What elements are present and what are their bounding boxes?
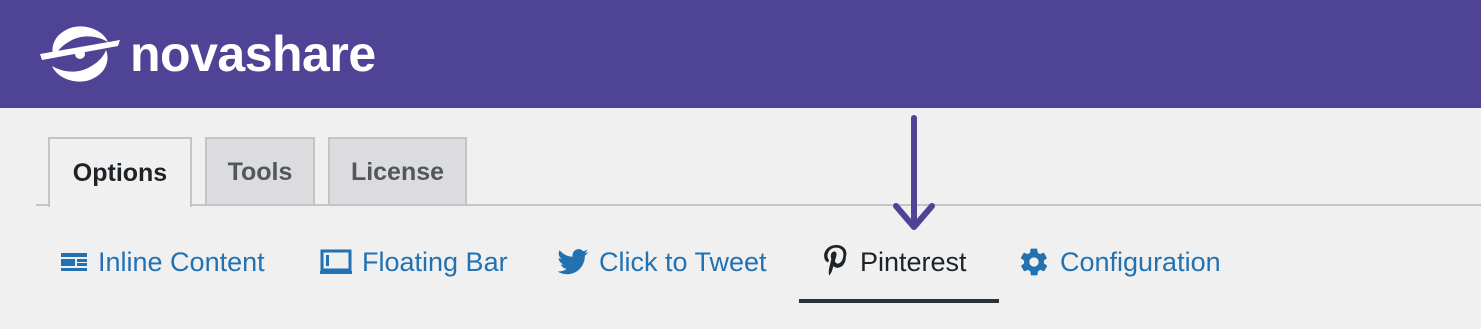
subnav-configuration[interactable]: Configuration	[1018, 232, 1221, 292]
brand-name: novashare	[130, 26, 376, 82]
subnav-label: Floating Bar	[362, 246, 508, 277]
subnav-pinterest[interactable]: Pinterest	[822, 232, 967, 292]
floating-bar-icon	[320, 249, 352, 275]
subnav-click-to-tweet[interactable]: Click to Tweet	[557, 232, 767, 292]
tab-label: Tools	[227, 157, 293, 186]
gear-icon	[1018, 246, 1050, 278]
tab-tools[interactable]: Tools	[205, 137, 315, 205]
pinterest-icon	[822, 245, 850, 279]
app-header: novashare	[0, 0, 1481, 108]
brand-logo[interactable]: novashare	[36, 24, 376, 84]
tab-label: Options	[72, 158, 168, 187]
subnav-label: Click to Tweet	[599, 246, 767, 277]
inline-content-icon	[60, 250, 88, 274]
subnav-floating-bar[interactable]: Floating Bar	[320, 232, 508, 292]
subnav-label: Pinterest	[860, 246, 967, 277]
active-subnav-underline	[799, 299, 999, 303]
subnav-label: Configuration	[1060, 246, 1221, 277]
annotation-arrow-down-icon	[893, 115, 935, 230]
subnav-label: Inline Content	[98, 246, 265, 277]
sub-navigation: Inline Content Floating Bar Click to Twe…	[0, 232, 1481, 304]
tab-license[interactable]: License	[328, 137, 467, 205]
settings-tabs: Options Tools License	[0, 137, 1481, 207]
twitter-bird-icon	[557, 249, 589, 275]
subnav-inline-content[interactable]: Inline Content	[60, 232, 265, 292]
novashare-logo-icon	[40, 26, 120, 82]
tabs-divider	[36, 204, 1481, 206]
tab-options[interactable]: Options	[48, 137, 192, 207]
tab-label: License	[350, 157, 445, 186]
